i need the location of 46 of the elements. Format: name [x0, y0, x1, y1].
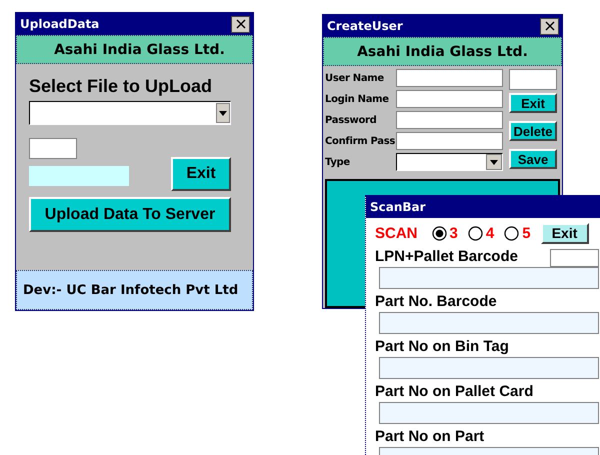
- action-button[interactable]: Exit: [509, 93, 557, 113]
- exit-button[interactable]: Exit: [540, 222, 589, 244]
- window-title: CreateUser: [327, 19, 403, 33]
- file-dropdown[interactable]: [29, 101, 231, 125]
- select-file-label: Select File to UpLoad: [29, 76, 214, 97]
- upload-button[interactable]: Upload Data To Server: [29, 197, 231, 232]
- field-label: Part No on Pallet Card: [375, 383, 534, 402]
- field-label: Login Name: [325, 94, 390, 104]
- field-label: Confirm Pass: [325, 136, 396, 146]
- input-field[interactable]: [379, 267, 599, 289]
- action-button[interactable]: Delete: [509, 121, 557, 141]
- input-field[interactable]: [396, 69, 503, 87]
- company-banner: Asahi India Glass Ltd.: [323, 37, 562, 66]
- input-field[interactable]: [379, 312, 599, 334]
- field-label: User Name: [325, 72, 385, 84]
- window-title: ScanBar: [370, 200, 426, 214]
- close-button[interactable]: [231, 16, 250, 32]
- radio-option[interactable]: 4: [468, 224, 494, 242]
- input-field[interactable]: [550, 249, 599, 267]
- caret-icon: [490, 160, 498, 164]
- field-label: Part No on Part: [375, 428, 484, 447]
- radio-option[interactable]: 3: [432, 224, 458, 242]
- scan-label: SCAN: [375, 224, 418, 242]
- input-field[interactable]: [396, 111, 503, 129]
- input-field[interactable]: [396, 90, 503, 108]
- caret-icon: [219, 110, 227, 116]
- close-icon: [236, 19, 246, 29]
- radio-option[interactable]: 5: [504, 224, 531, 242]
- input-field[interactable]: [379, 402, 599, 424]
- exit-button[interactable]: Exit: [171, 157, 231, 191]
- field-label: Type: [325, 156, 351, 168]
- field-label: Part No on Bin Tag: [375, 338, 509, 357]
- window-title: UploadData: [20, 17, 100, 31]
- developer-footer: Dev:- UC Bar Infotech Pvt Ltd: [16, 270, 253, 310]
- field-label: LPN+Pallet Barcode: [375, 248, 518, 267]
- action-button[interactable]: Save: [509, 149, 557, 169]
- company-banner: Asahi India Glass Ltd.: [16, 35, 253, 64]
- field-label: Password: [325, 114, 378, 126]
- close-button[interactable]: [540, 18, 559, 34]
- close-icon: [544, 21, 554, 31]
- input-field[interactable]: [509, 69, 557, 90]
- input-field[interactable]: [29, 138, 77, 159]
- type-dropdown[interactable]: [396, 153, 503, 171]
- field-label: Part No. Barcode: [375, 293, 497, 312]
- input-field[interactable]: [379, 357, 599, 379]
- input-field[interactable]: [396, 132, 503, 150]
